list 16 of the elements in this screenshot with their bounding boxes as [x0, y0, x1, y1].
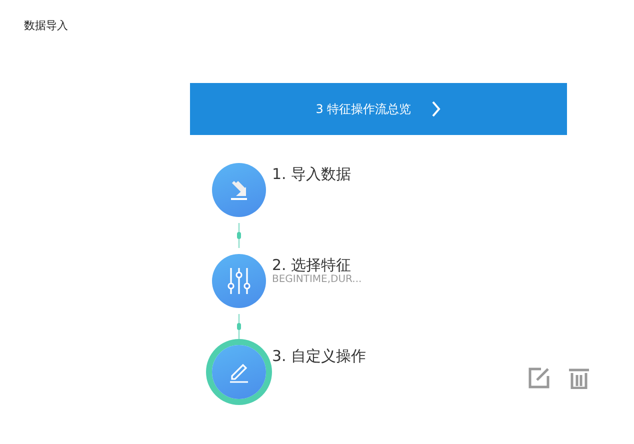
- step-subtitle: BEGINTIME,DUR...: [272, 274, 362, 286]
- sliders-icon: [226, 267, 252, 295]
- delete-icon[interactable]: [568, 367, 590, 389]
- connector-line: [236, 223, 242, 248]
- connector-line: [236, 314, 242, 339]
- step-node[interactable]: [212, 345, 266, 399]
- page-title: 数据导入: [24, 19, 68, 32]
- import-icon: [228, 179, 250, 201]
- step-title: 1. 导入数据: [272, 165, 352, 183]
- step-node[interactable]: [212, 254, 266, 308]
- chevron-right-icon: [431, 101, 442, 117]
- step-title: 3. 自定义操作: [272, 347, 366, 365]
- step-node[interactable]: [212, 163, 266, 217]
- edit-icon[interactable]: [528, 367, 550, 389]
- step-title: 2. 选择特征: [272, 256, 352, 274]
- overview-banner[interactable]: 3 特征操作流总览: [190, 83, 567, 135]
